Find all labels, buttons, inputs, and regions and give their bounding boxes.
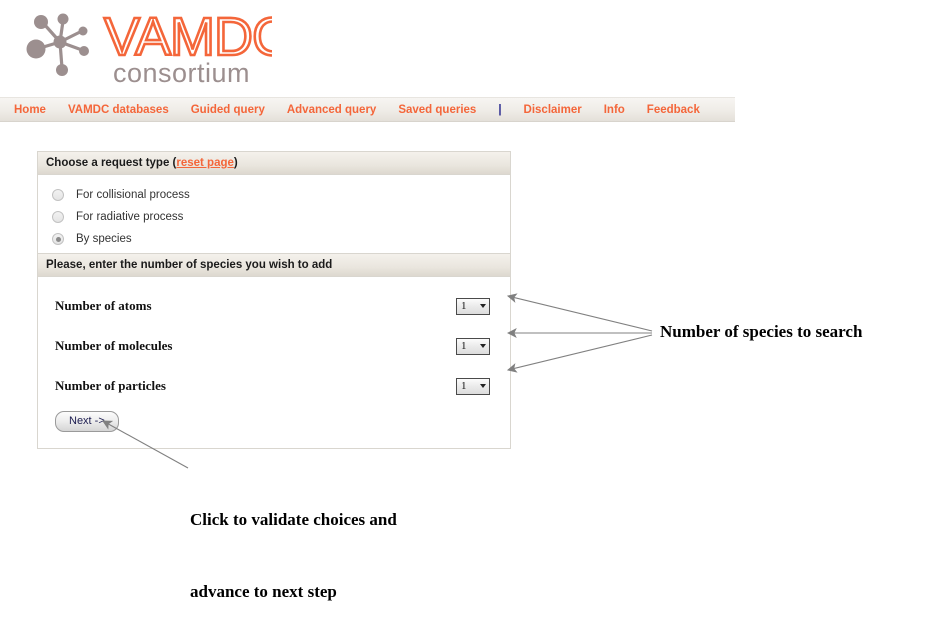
nav-feedback[interactable]: Feedback: [647, 104, 700, 116]
select-value-particles: 1: [461, 380, 467, 392]
reset-page-link[interactable]: reset page: [176, 157, 234, 169]
annotation-next-line1: Click to validate choices and: [190, 510, 397, 529]
main-navigation: Home VAMDC databases Guided query Advanc…: [0, 97, 735, 122]
radio-row-collisional[interactable]: For collisional process: [38, 184, 510, 206]
label-number-of-atoms: Number of atoms: [55, 298, 152, 313]
select-number-of-atoms[interactable]: 1: [456, 297, 490, 315]
chevron-down-icon: [480, 384, 486, 388]
annotation-number-of-species: Number of species to search: [660, 322, 863, 341]
nav-home[interactable]: Home: [14, 104, 46, 116]
species-count-panel: Please, enter the number of species you …: [37, 253, 511, 449]
annotation-next-button: Click to validate choices and advance to…: [190, 460, 397, 628]
radio-label-radiative: For radiative process: [76, 211, 184, 223]
chevron-down-icon: [480, 344, 486, 348]
label-number-of-molecules: Number of molecules: [55, 338, 173, 353]
radio-radiative-process[interactable]: [52, 211, 64, 223]
select-number-of-particles[interactable]: 1: [456, 377, 490, 395]
request-type-options: For collisional process For radiative pr…: [38, 175, 510, 260]
nav-disclaimer[interactable]: Disclaimer: [524, 104, 582, 116]
radio-row-by-species[interactable]: By species: [38, 228, 510, 250]
species-count-rows: Number of atoms 1 Number of molecules 1 …: [38, 277, 510, 448]
select-value-atoms: 1: [461, 300, 467, 312]
request-type-panel-header: Choose a request type (reset page): [38, 152, 510, 175]
next-button-row: Next ->: [38, 406, 510, 438]
logo-subtitle: consortium: [113, 58, 250, 88]
arrow-to-atoms-select: [506, 293, 653, 332]
vamdc-logo[interactable]: VAMDC consortium: [22, 6, 272, 88]
chevron-down-icon: [480, 304, 486, 308]
starburst-icon: [26, 13, 89, 76]
select-number-of-molecules[interactable]: 1: [456, 337, 490, 355]
vamdc-logo-svg: VAMDC consortium: [26, 6, 272, 88]
select-value-molecules: 1: [461, 340, 467, 352]
row-number-of-molecules: Number of molecules 1: [38, 326, 510, 366]
radio-label-by-species: By species: [76, 233, 132, 245]
radio-row-radiative[interactable]: For radiative process: [38, 206, 510, 228]
radio-collisional-process[interactable]: [52, 189, 64, 201]
row-number-of-particles: Number of particles 1: [38, 366, 510, 406]
label-number-of-particles: Number of particles: [55, 378, 166, 393]
nav-advanced-query[interactable]: Advanced query: [287, 104, 376, 116]
request-type-header-text-end: ): [233, 157, 238, 169]
nav-vamdc-databases[interactable]: VAMDC databases: [68, 104, 169, 116]
request-type-panel: Choose a request type (reset page) For c…: [37, 151, 511, 261]
radio-label-collisional: For collisional process: [76, 189, 190, 201]
nav-separator: |: [498, 103, 502, 116]
nav-info[interactable]: Info: [604, 104, 625, 116]
nav-saved-queries[interactable]: Saved queries: [398, 104, 476, 116]
species-panel-header: Please, enter the number of species you …: [38, 254, 510, 277]
request-type-header-text: Choose a request type (: [46, 157, 177, 169]
nav-guided-query[interactable]: Guided query: [191, 104, 265, 116]
annotation-next-line2: advance to next step: [190, 582, 337, 601]
row-number-of-atoms: Number of atoms 1: [38, 286, 510, 326]
radio-by-species[interactable]: [52, 233, 64, 245]
arrow-to-particles-select: [506, 334, 653, 373]
next-button[interactable]: Next ->: [55, 411, 119, 432]
